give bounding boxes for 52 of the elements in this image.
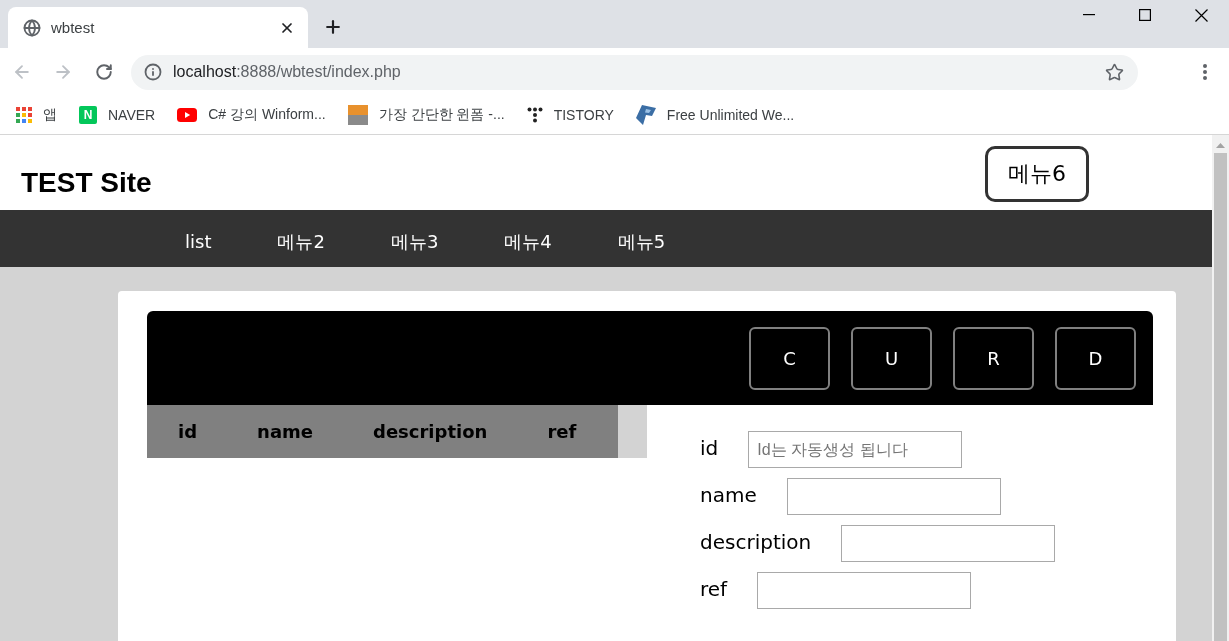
dots-logo-icon — [526, 107, 543, 123]
action-button[interactable]: C — [749, 326, 830, 390]
bookmark-link[interactable]: Free Unlimited We... — [627, 101, 803, 129]
action-button[interactable]: R — [953, 326, 1034, 390]
menu-icon — [1203, 64, 1207, 80]
forward-arrow-icon — [53, 62, 73, 82]
bookmark-star-button[interactable] — [1104, 62, 1124, 82]
input-field[interactable]: Id는 자동생성 됩니다 — [748, 431, 963, 468]
action-button[interactable]: D — [1055, 326, 1136, 390]
field-label: ref — [700, 576, 728, 601]
nav-link[interactable]: 메뉴5 — [584, 229, 699, 254]
nav-link[interactable]: 메뉴2 — [244, 229, 358, 254]
close-icon — [1194, 8, 1208, 22]
site-title: TEST Site — [21, 166, 152, 200]
minimize-icon — [1083, 14, 1095, 16]
thumbnail-icon — [347, 105, 368, 125]
nav-link[interactable]: list — [152, 231, 245, 252]
scrollbar-gutter — [618, 405, 647, 458]
menu-button[interactable]: 메뉴6 — [985, 146, 1089, 202]
action-button[interactable]: U — [851, 326, 932, 390]
maximize-icon — [1139, 9, 1151, 21]
play-logo-icon — [177, 108, 198, 122]
column-header: ref — [546, 421, 578, 442]
bookmark-link[interactable]: TISTORY — [518, 103, 622, 127]
letter-tile-icon: N — [79, 106, 97, 124]
field-label: description — [700, 529, 812, 554]
bookmark-link[interactable]: 가장 간단한 윈폼 -... — [339, 101, 513, 129]
column-header: name — [256, 421, 314, 442]
column-header: id — [177, 421, 199, 442]
reload-icon — [95, 63, 113, 81]
scrollbar-thumb[interactable] — [1214, 153, 1227, 641]
browser-tab[interactable]: wbtest — [8, 7, 308, 48]
address-bar[interactable]: localhost:8888/wbtest/index.php — [131, 54, 1138, 90]
bookmark-link[interactable]: N NAVER — [71, 102, 164, 128]
nav-link[interactable]: 메뉴3 — [357, 229, 472, 254]
logo-icon — [635, 105, 656, 125]
input-field[interactable] — [757, 572, 972, 609]
scroll-up-arrow-icon[interactable] — [1216, 143, 1225, 148]
field-label: id — [700, 435, 719, 460]
apps-grid-icon — [16, 107, 32, 123]
input-field[interactable] — [786, 478, 1001, 515]
url-text: localhost:8888/wbtest/index.php — [173, 63, 401, 81]
field-label: name — [700, 482, 757, 507]
input-field[interactable] — [841, 525, 1056, 562]
plus-icon — [323, 17, 343, 37]
info-icon — [144, 63, 162, 81]
globe-icon — [23, 18, 41, 37]
column-header: description — [372, 421, 489, 442]
nav-link[interactable]: 메뉴4 — [471, 229, 585, 254]
star-icon — [1104, 62, 1124, 82]
bookmark-link[interactable]: 앱 — [8, 102, 65, 128]
bookmark-link[interactable]: C# 강의 Winform... — [169, 102, 334, 128]
